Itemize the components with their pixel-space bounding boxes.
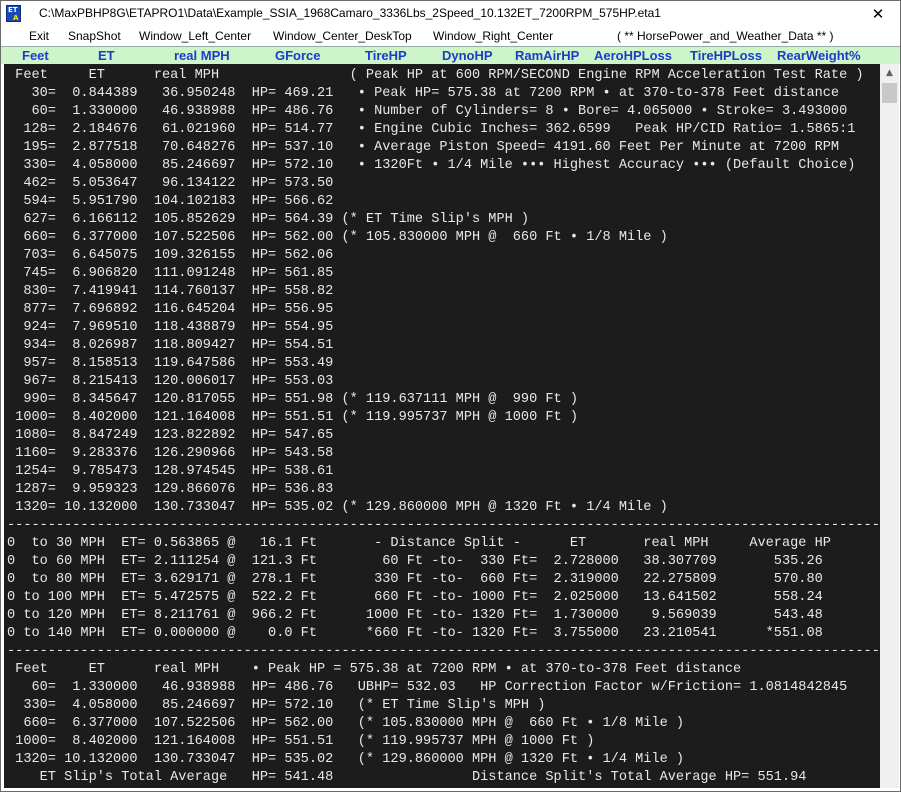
output-line: 990= 8.345647 120.817055 HP= 551.98 (* 1… [7, 392, 579, 407]
column-header-aerohploss[interactable]: AeroHPLoss [594, 48, 672, 63]
output-line: 1000= 8.402000 121.164008 HP= 551.51 (* … [7, 410, 579, 425]
app-icon-text-bottom: A [13, 14, 19, 22]
output-line: 660= 6.377000 107.522506 HP= 562.00 (* 1… [7, 230, 668, 245]
output-line: 957= 8.158513 119.647586 HP= 553.49 [7, 356, 334, 371]
output-line: 0 to 100 MPH ET= 5.472575 @ 522.2 Ft 660… [7, 590, 823, 605]
scroll-up-arrow-icon[interactable]: ▲ [880, 64, 899, 82]
output-line: 877= 7.696892 116.645204 HP= 556.95 [7, 302, 334, 317]
menu-window-right-center[interactable]: Window_Right_Center [433, 29, 553, 43]
app-icon-text-top: ET [8, 6, 18, 14]
output-line: 703= 6.645075 109.326155 HP= 562.06 [7, 248, 334, 263]
output-line: Feet ET real MPH • Peak HP = 575.38 at 7… [7, 662, 742, 677]
menu-window-center-desktop[interactable]: Window_Center_DeskTop [273, 29, 412, 43]
output-line: 462= 5.053647 96.134122 HP= 573.50 [7, 176, 334, 191]
output-line: 60= 1.330000 46.938988 HP= 486.76 • Numb… [7, 104, 848, 119]
app-window: ET A C:\MaxPBHP8G\ETAPRO1\Data\Example_S… [0, 0, 901, 792]
output-line: 1287= 9.959323 129.866076 HP= 536.83 [7, 482, 334, 497]
output-line: 0 to 80 MPH ET= 3.629171 @ 278.1 Ft 330 … [7, 572, 823, 587]
output-line: 1254= 9.785473 128.974545 HP= 538.61 [7, 464, 334, 479]
output-line: 745= 6.906820 111.091248 HP= 561.85 [7, 266, 334, 281]
title-bar[interactable]: ET A C:\MaxPBHP8G\ETAPRO1\Data\Example_S… [1, 1, 900, 27]
output-line: 1000= 8.402000 121.164008 HP= 551.51 (* … [7, 734, 595, 749]
column-header-gforce[interactable]: GForce [275, 48, 321, 63]
column-header-ramairhp[interactable]: RamAirHP [515, 48, 579, 63]
output-line: 934= 8.026987 118.809427 HP= 554.51 [7, 338, 334, 353]
column-header-tirehploss[interactable]: TireHPLoss [690, 48, 762, 63]
vertical-scrollbar[interactable]: ▲ [880, 64, 899, 788]
output-line: 195= 2.877518 70.648276 HP= 537.10 • Ave… [7, 140, 840, 155]
output-line: ET Slip's Total Average HP= 541.48 Dista… [7, 770, 807, 785]
output-line: 830= 7.419941 114.760137 HP= 558.82 [7, 284, 334, 299]
output-line: Feet ET real MPH ( Peak HP at 600 RPM/SE… [7, 68, 864, 83]
output-line: 330= 4.058000 85.246697 HP= 572.10 • 132… [7, 158, 856, 173]
column-header-dynohp[interactable]: DynoHP [442, 48, 493, 63]
separator-line: ----------------------------------------… [7, 518, 880, 533]
column-header-rearweight[interactable]: RearWeight% [777, 48, 861, 63]
menu-exit[interactable]: Exit [29, 29, 49, 43]
output-line: 1160= 9.283376 126.290966 HP= 543.58 [7, 446, 334, 461]
column-header-et[interactable]: ET [98, 48, 115, 63]
output-line: 0 to 60 MPH ET= 2.111254 @ 121.3 Ft 60 F… [7, 554, 823, 569]
scrollbar-thumb[interactable] [882, 83, 897, 103]
output-line: 1320= 10.132000 130.733047 HP= 535.02 (*… [7, 500, 668, 515]
output-line: 660= 6.377000 107.522506 HP= 562.00 (* 1… [7, 716, 685, 731]
column-header-tirehp[interactable]: TireHP [365, 48, 407, 63]
output-line: 1080= 8.847249 123.822892 HP= 547.65 [7, 428, 334, 443]
output-line: 924= 7.969510 118.438879 HP= 554.95 [7, 320, 334, 335]
output-line: 60= 1.330000 46.938988 HP= 486.76 UBHP= … [7, 680, 848, 695]
output-line: 128= 2.184676 61.021960 HP= 514.77 • Eng… [7, 122, 856, 137]
output-line: 30= 0.844389 36.950248 HP= 469.21 • Peak… [7, 86, 840, 101]
column-header-feet[interactable]: Feet [22, 48, 49, 63]
output-line: 330= 4.058000 85.246697 HP= 572.10 (* ET… [7, 698, 546, 713]
close-button[interactable]: ✕ [856, 1, 900, 27]
column-header-bar: Feet ET real MPH GForce TireHP DynoHP Ra… [1, 46, 900, 64]
eta-app-icon: ET A [6, 5, 21, 22]
results-output-panel[interactable]: Feet ET real MPH ( Peak HP at 600 RPM/SE… [4, 64, 880, 788]
menu-horsepower-weather-data[interactable]: ( ** HorsePower_and_Weather_Data ** ) [617, 29, 834, 43]
separator-line: ----------------------------------------… [7, 644, 880, 659]
output-line: 627= 6.166112 105.852629 HP= 564.39 (* E… [7, 212, 530, 227]
output-line: 0 to 140 MPH ET= 0.000000 @ 0.0 Ft *660 … [7, 626, 823, 641]
menu-window-left-center[interactable]: Window_Left_Center [139, 29, 251, 43]
column-header-real-mph[interactable]: real MPH [174, 48, 230, 63]
output-line: 0 to 120 MPH ET= 8.211761 @ 966.2 Ft 100… [7, 608, 823, 623]
output-line: 1320= 10.132000 130.733047 HP= 535.02 (*… [7, 752, 685, 767]
menu-bar: Exit SnapShot Window_Left_Center Window_… [1, 27, 900, 46]
output-line: 0 to 30 MPH ET= 0.563865 @ 16.1 Ft - Dis… [7, 536, 831, 551]
menu-snapshot[interactable]: SnapShot [68, 29, 121, 43]
window-title: C:\MaxPBHP8G\ETAPRO1\Data\Example_SSIA_1… [39, 6, 661, 20]
output-line: 967= 8.215413 120.006017 HP= 553.03 [7, 374, 334, 389]
output-line: 594= 5.951790 104.102183 HP= 566.62 [7, 194, 334, 209]
results-text: Feet ET real MPH ( Peak HP at 600 RPM/SE… [4, 64, 880, 787]
